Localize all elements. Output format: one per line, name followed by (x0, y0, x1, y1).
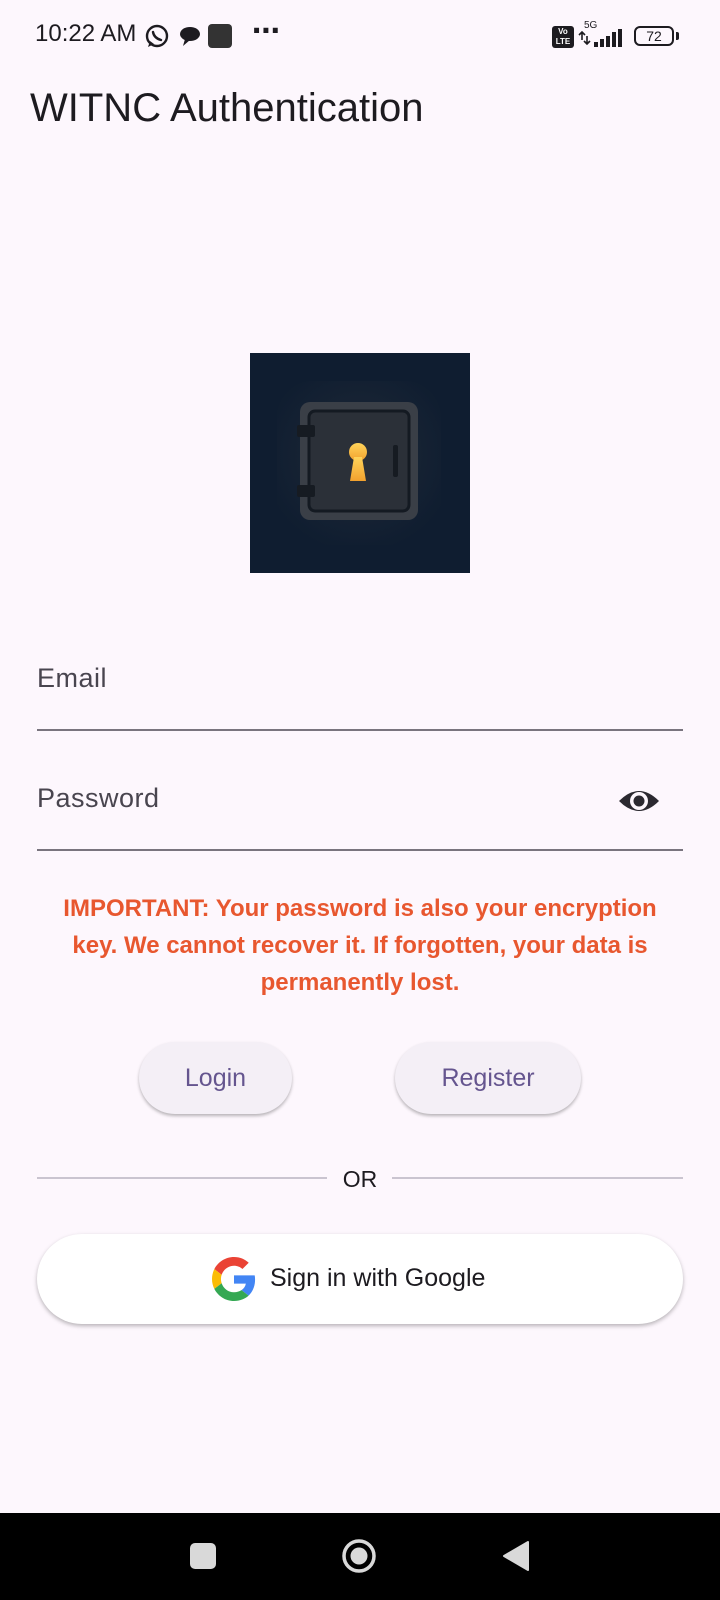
home-button[interactable] (341, 1538, 377, 1574)
signal-icon (578, 29, 622, 47)
chat-bubble-icon (180, 27, 200, 46)
recents-button[interactable] (190, 1543, 216, 1569)
whatsapp-icon (145, 24, 169, 48)
or-label: OR (342, 1166, 378, 1192)
divider-right (392, 1177, 683, 1179)
vault-logo (250, 353, 470, 573)
volte-icon: Vo LTE (552, 26, 574, 48)
email-underline (37, 729, 683, 731)
email-field[interactable]: Email (37, 663, 107, 694)
back-button[interactable] (502, 1540, 530, 1572)
battery-tip (676, 32, 679, 40)
register-button[interactable]: Register (395, 1042, 581, 1114)
status-time: 10:22 AM (35, 20, 137, 47)
app-title: WITNC Authentication (30, 86, 424, 130)
battery-icon: 72 (634, 26, 674, 46)
divider-left (37, 1177, 327, 1179)
more-dots-icon: ⋯ (252, 15, 282, 46)
app-square-icon (208, 24, 232, 48)
google-icon (212, 1257, 256, 1301)
google-signin-label: Sign in with Google (270, 1264, 486, 1292)
login-button[interactable]: Login (139, 1042, 292, 1114)
eye-icon[interactable] (617, 784, 661, 818)
password-underline (37, 849, 683, 851)
password-field[interactable]: Password (37, 783, 160, 814)
encryption-warning: IMPORTANT: Your password is also your en… (63, 895, 657, 996)
